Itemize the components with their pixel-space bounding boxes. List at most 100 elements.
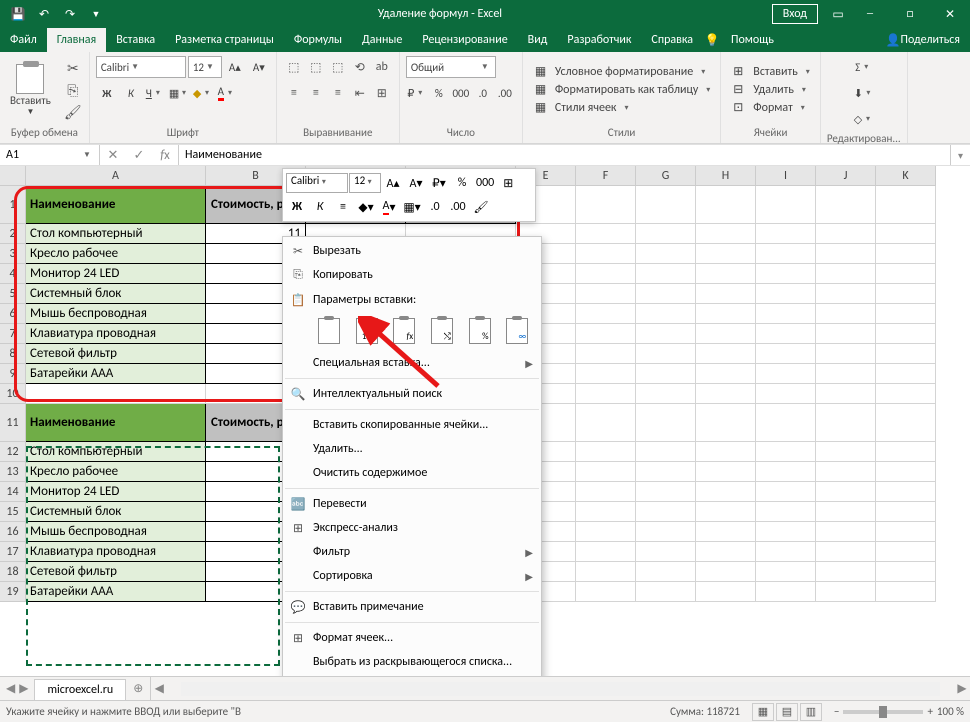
cell[interactable] xyxy=(756,384,816,404)
cell[interactable] xyxy=(876,502,936,522)
cell[interactable] xyxy=(636,364,696,384)
cell[interactable] xyxy=(816,384,876,404)
cell[interactable] xyxy=(636,304,696,324)
cell[interactable] xyxy=(756,462,816,482)
cell[interactable] xyxy=(636,186,696,224)
cell[interactable] xyxy=(756,186,816,224)
col-header[interactable]: A xyxy=(26,166,206,186)
cell[interactable] xyxy=(816,502,876,522)
cell[interactable] xyxy=(756,562,816,582)
decrease-indent-icon[interactable]: ⇤ xyxy=(349,82,371,104)
cell[interactable] xyxy=(696,442,756,462)
menu-comment[interactable]: 💬Вставить примечание xyxy=(283,595,541,619)
number-format-select[interactable]: Общий▼ xyxy=(406,56,496,78)
fx-icon[interactable]: fx xyxy=(152,148,178,163)
cell[interactable] xyxy=(696,244,756,264)
cell[interactable] xyxy=(756,542,816,562)
cell[interactable] xyxy=(636,582,696,602)
cell[interactable]: Сетевой фильтр xyxy=(26,344,206,364)
menu-quick-analysis[interactable]: ⊞Экспресс-анализ xyxy=(283,516,541,540)
cell[interactable] xyxy=(696,522,756,542)
cell[interactable]: Мышь беспроводная xyxy=(26,522,206,542)
cell[interactable] xyxy=(816,344,876,364)
cell[interactable] xyxy=(576,462,636,482)
delete-cells-button[interactable]: ⊟Удалить ▾ xyxy=(733,82,814,98)
cell[interactable] xyxy=(816,404,876,442)
font-size-select[interactable]: 12▼ xyxy=(188,56,222,78)
cell[interactable]: Кресло рабочее xyxy=(26,244,206,264)
view-normal-icon[interactable]: ▦ xyxy=(752,703,774,721)
mini-accounting-icon[interactable]: ₽▾ xyxy=(428,172,450,194)
mini-borders-icon[interactable]: ▦▾ xyxy=(401,196,423,218)
cancel-formula-icon[interactable]: ✕ xyxy=(100,148,126,163)
menu-dropdown-pick[interactable]: Выбрать из раскрывающегося списка... xyxy=(283,650,541,674)
mini-comma-icon[interactable]: 000 xyxy=(474,172,496,194)
cell[interactable]: Батарейки AAA xyxy=(26,582,206,602)
align-left-icon[interactable]: ≡ xyxy=(283,82,305,104)
cell[interactable] xyxy=(816,264,876,284)
cell[interactable] xyxy=(876,442,936,462)
cell[interactable] xyxy=(576,284,636,304)
row-header[interactable]: 18 xyxy=(0,562,26,582)
col-header[interactable]: K xyxy=(876,166,936,186)
view-page-break-icon[interactable]: ▥ xyxy=(800,703,822,721)
insert-cells-button[interactable]: ⊞Вставить ▾ xyxy=(733,64,814,80)
align-top-icon[interactable]: ⬚ xyxy=(283,56,305,78)
cell[interactable] xyxy=(816,284,876,304)
zoom-in-button[interactable]: + xyxy=(927,705,932,718)
align-right-icon[interactable]: ≡ xyxy=(327,82,349,104)
cell[interactable]: Батарейки AAA xyxy=(26,364,206,384)
cell[interactable] xyxy=(756,442,816,462)
cell[interactable] xyxy=(576,502,636,522)
cell[interactable] xyxy=(696,542,756,562)
name-box[interactable]: A1▼ xyxy=(0,145,100,165)
fill-color-icon[interactable]: ◆▾ xyxy=(192,82,214,104)
cell[interactable]: Системный блок xyxy=(26,284,206,304)
row-header[interactable]: 3 xyxy=(0,244,26,264)
cell[interactable] xyxy=(696,404,756,442)
clear-icon[interactable]: ◇▾ xyxy=(853,108,875,130)
tab-home[interactable]: Главная xyxy=(47,28,106,52)
sheet-tab[interactable]: microexcel.ru xyxy=(34,679,126,700)
cell[interactable] xyxy=(756,324,816,344)
cell[interactable] xyxy=(696,186,756,224)
cell[interactable] xyxy=(636,542,696,562)
row-header[interactable]: 6 xyxy=(0,304,26,324)
cell[interactable] xyxy=(876,244,936,264)
cell[interactable] xyxy=(576,522,636,542)
row-header[interactable]: 4 xyxy=(0,264,26,284)
cell[interactable]: Мышь беспроводная xyxy=(26,304,206,324)
cell[interactable] xyxy=(576,384,636,404)
cell[interactable] xyxy=(876,482,936,502)
menu-paste-special[interactable]: Специальная вставка...▶ xyxy=(283,351,541,375)
hscroll-left-icon[interactable]: ◀ xyxy=(151,681,167,696)
cell[interactable] xyxy=(876,384,936,404)
cell[interactable] xyxy=(636,244,696,264)
autosum-icon[interactable]: Σ▾ xyxy=(853,56,875,78)
paste-option-transpose[interactable]: ⤭ xyxy=(426,315,458,347)
tab-file[interactable]: Файл xyxy=(0,28,47,52)
cell[interactable] xyxy=(816,462,876,482)
cell[interactable]: Сетевой фильтр xyxy=(26,562,206,582)
italic-button[interactable]: К xyxy=(120,82,142,104)
mini-percent-icon[interactable]: % xyxy=(451,172,473,194)
cell[interactable] xyxy=(816,542,876,562)
cell[interactable] xyxy=(576,324,636,344)
cell[interactable] xyxy=(696,284,756,304)
cell[interactable] xyxy=(636,462,696,482)
menu-smart-lookup[interactable]: 🔍Интеллектуальный поиск xyxy=(283,382,541,406)
mini-merge-icon[interactable]: ⊞ xyxy=(497,172,519,194)
formula-bar[interactable]: Наименование xyxy=(179,145,950,165)
cell[interactable] xyxy=(876,224,936,244)
mini-inc-decimal-icon[interactable]: .0 xyxy=(424,196,446,218)
redo-icon[interactable]: ↷ xyxy=(58,2,82,26)
cell[interactable] xyxy=(816,522,876,542)
cell[interactable]: Монитор 24 LED xyxy=(26,264,206,284)
cell[interactable] xyxy=(696,582,756,602)
qat-customize-icon[interactable]: ▼ xyxy=(84,2,108,26)
zoom-out-button[interactable]: − xyxy=(834,705,839,718)
cell[interactable] xyxy=(876,562,936,582)
cell[interactable] xyxy=(756,404,816,442)
cell[interactable] xyxy=(876,344,936,364)
tell-me-icon[interactable]: 💡 xyxy=(703,28,721,52)
